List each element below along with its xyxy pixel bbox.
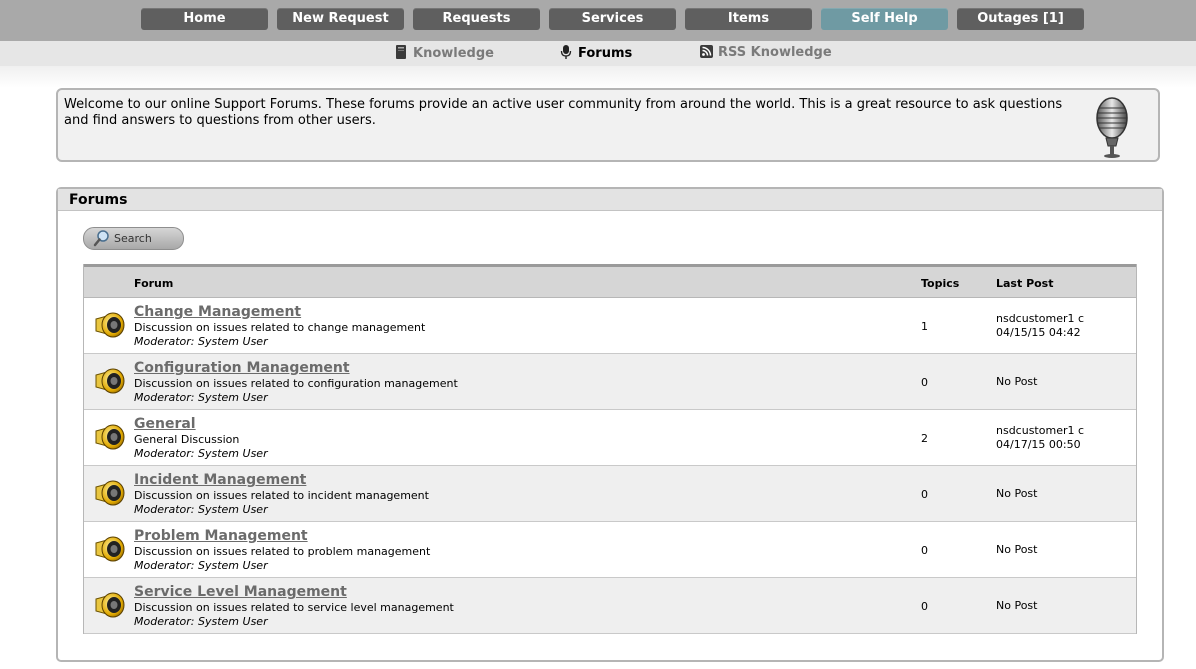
tab-outages[interactable]: Outages [1] [957, 8, 1084, 30]
last-post-date: No Post [996, 543, 1038, 556]
table-row: Configuration Management Discussion on i… [84, 354, 1136, 410]
forum-description: Discussion on issues related to configur… [134, 377, 458, 390]
forum-description: General Discussion [134, 433, 240, 446]
welcome-box: Welcome to our online Support Forums. Th… [56, 88, 1160, 162]
tab-requests[interactable]: Requests [413, 8, 540, 30]
forum-moderator: Moderator: System User [134, 503, 268, 516]
forum-moderator: Moderator: System User [134, 447, 268, 460]
forum-description: Discussion on issues related to service … [134, 601, 454, 614]
header-shadow [0, 66, 1196, 88]
subnav-knowledge-label: Knowledge [413, 46, 494, 61]
last-post-date: No Post [996, 599, 1038, 612]
forum-megaphone-icon [93, 535, 127, 567]
microphone-icon [560, 45, 572, 59]
forum-title-link[interactable]: Configuration Management [134, 360, 350, 376]
sub-navigation: Knowledge Forums RSS Knowledge [0, 41, 1196, 66]
forum-megaphone-icon [93, 423, 127, 455]
forum-megaphone-icon [93, 591, 127, 623]
book-icon [395, 45, 407, 59]
table-row: Problem Management Discussion on issues … [84, 522, 1136, 578]
table-row: Service Level Management Discussion on i… [84, 578, 1136, 634]
subnav-rss-knowledge-label: RSS Knowledge [718, 45, 832, 60]
microphone-icon [1090, 96, 1134, 162]
table-row: Incident Management Discussion on issues… [84, 466, 1136, 522]
panel-title: Forums [69, 192, 128, 208]
table-header: Forum Topics Last Post [84, 264, 1136, 298]
panel-header: Forums [58, 189, 1162, 211]
forum-topic-count: 2 [921, 432, 928, 445]
last-post-date: No Post [996, 375, 1038, 388]
forums-table: Forum Topics Last Post Change Management… [83, 264, 1137, 634]
forum-description: Discussion on issues related to change m… [134, 321, 426, 334]
forum-topic-count: 1 [921, 320, 928, 333]
forum-moderator: Moderator: System User [134, 615, 268, 628]
subnav-rss-knowledge[interactable]: RSS Knowledge [700, 45, 832, 61]
forum-description: Discussion on issues related to incident… [134, 489, 429, 502]
search-button-label: Search [114, 232, 152, 245]
forums-panel: Forums Search Forum Topics Last Post Cha… [56, 187, 1164, 662]
header-forum: Forum [134, 277, 174, 290]
subnav-forums[interactable]: Forums [560, 45, 632, 62]
forum-moderator: Moderator: System User [134, 559, 268, 572]
forum-title-link[interactable]: Change Management [134, 304, 301, 320]
forum-topic-count: 0 [921, 488, 928, 501]
forum-title-link[interactable]: Service Level Management [134, 584, 347, 600]
forum-description: Discussion on issues related to problem … [134, 545, 431, 558]
last-post-date: 04/15/15 04:42 [996, 326, 1081, 339]
tab-home[interactable]: Home [141, 8, 268, 30]
forum-megaphone-icon [93, 367, 127, 399]
tab-items[interactable]: Items [685, 8, 812, 30]
forum-title-link[interactable]: General [134, 416, 196, 432]
forum-topic-count: 0 [921, 544, 928, 557]
forum-topic-count: 0 [921, 600, 928, 613]
last-post-user: nsdcustomer1 c [996, 312, 1085, 325]
tab-services[interactable]: Services [549, 8, 676, 30]
table-row: Change Management Discussion on issues r… [84, 298, 1136, 354]
forum-topic-count: 0 [921, 376, 928, 389]
last-post-date: 04/17/15 00:50 [996, 438, 1081, 451]
rss-icon [700, 45, 713, 59]
tab-new-request[interactable]: New Request [277, 8, 404, 30]
tab-self-help[interactable]: Self Help [821, 8, 948, 30]
table-row: General General Discussion Moderator: Sy… [84, 410, 1136, 466]
top-navigation: Home New Request Requests Services Items… [0, 0, 1196, 41]
forum-megaphone-icon [93, 479, 127, 511]
forum-moderator: Moderator: System User [134, 391, 268, 404]
forum-title-link[interactable]: Problem Management [134, 528, 308, 544]
header-last-post: Last Post [996, 277, 1054, 290]
header-topics: Topics [921, 277, 960, 290]
welcome-text: Welcome to our online Support Forums. Th… [64, 97, 1063, 128]
last-post-date: No Post [996, 487, 1038, 500]
forum-moderator: Moderator: System User [134, 335, 268, 348]
subnav-forums-label: Forums [578, 46, 633, 61]
subnav-knowledge[interactable]: Knowledge [395, 45, 494, 62]
forum-title-link[interactable]: Incident Management [134, 472, 306, 488]
forum-megaphone-icon [93, 311, 127, 343]
search-button[interactable]: Search [83, 227, 184, 250]
magnifier-icon [93, 230, 109, 247]
last-post-user: nsdcustomer1 c [996, 424, 1085, 437]
